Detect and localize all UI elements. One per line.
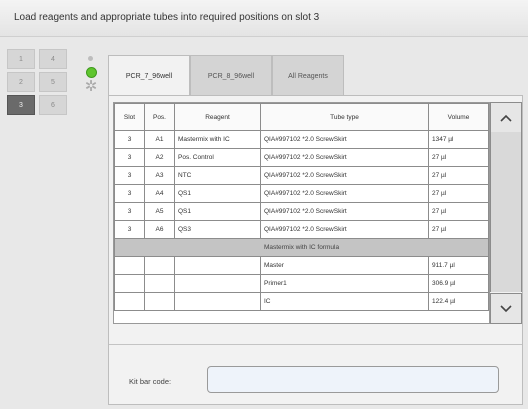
slot-selector: 1 4 2 5 3 6	[7, 49, 69, 119]
cell-pos: A5	[144, 202, 175, 221]
cell-tube-type: QIA#997102 *2.0 ScrewSkirt	[260, 184, 429, 203]
column-header-slot: Slot	[114, 103, 145, 131]
chevron-up-icon	[500, 114, 512, 122]
column-header-pos: Pos.	[144, 103, 175, 131]
column-header-volume: Volume	[428, 103, 489, 131]
tab-pcr-8-96well[interactable]: PCR_8_96well	[190, 55, 272, 96]
cell-pos: A4	[144, 184, 175, 203]
sub-row: IC 122.4 µl	[114, 292, 489, 311]
slot-button-4[interactable]: 4	[39, 49, 67, 69]
table-row[interactable]: 3 A5 QS1 QIA#997102 *2.0 ScrewSkirt 27 µ…	[114, 202, 489, 221]
cell-tube-type: QIA#997102 *2.0 ScrewSkirt	[260, 166, 429, 185]
tab-all-reagents[interactable]: All Reagents	[272, 55, 344, 96]
sub-component-name: Primer1	[260, 274, 429, 293]
column-header-tube-type: Tube type	[260, 103, 429, 131]
cell-volume: 27 µl	[428, 166, 489, 185]
reagent-table-container: Slot Pos. Reagent Tube type Volume 3 A1 …	[113, 102, 490, 324]
cell-tube-type: QIA#997102 *2.0 ScrewSkirt	[260, 130, 429, 149]
slot-button-5[interactable]: 5	[39, 72, 67, 92]
cell-volume: 27 µl	[428, 184, 489, 203]
group-header-row: Mastermix with IC formula	[114, 238, 489, 257]
reagent-table: Slot Pos. Reagent Tube type Volume 3 A1 …	[114, 103, 489, 311]
sub-row: Primer1 306.9 µl	[114, 274, 489, 293]
cell-tube-type: QIA#997102 *2.0 ScrewSkirt	[260, 202, 429, 221]
page-title: Load reagents and appropriate tubes into…	[14, 12, 320, 23]
slot-button-6[interactable]: 6	[39, 95, 67, 115]
table-row[interactable]: 3 A6 QS3 QIA#997102 *2.0 ScrewSkirt 27 µ…	[114, 220, 489, 239]
chevron-down-icon	[500, 304, 512, 312]
cell-volume: 27 µl	[428, 220, 489, 239]
table-row[interactable]: 3 A4 QS1 QIA#997102 *2.0 ScrewSkirt 27 µ…	[114, 184, 489, 203]
cell-pos: A6	[144, 220, 175, 239]
scroll-down-button[interactable]	[490, 293, 522, 324]
section-divider	[109, 344, 522, 345]
cell-slot: 3	[114, 202, 145, 221]
cell-volume: 1347 µl	[428, 130, 489, 149]
slot-button-1[interactable]: 1	[7, 49, 35, 69]
table-row[interactable]: 3 A1 Mastermix with IC QIA#997102 *2.0 S…	[114, 130, 489, 149]
sub-component-name: Master	[260, 256, 429, 275]
group-label: Mastermix with IC formula	[114, 238, 489, 257]
cell-slot: 3	[114, 184, 145, 203]
sub-component-name: IC	[260, 292, 429, 311]
cell-volume: 27 µl	[428, 202, 489, 221]
cell-reagent: Pos. Control	[174, 148, 261, 167]
cell-reagent: QS3	[174, 220, 261, 239]
scrollbar-track[interactable]	[490, 132, 522, 292]
cell-pos: A1	[144, 130, 175, 149]
cell-slot: 3	[114, 148, 145, 167]
cell-reagent: QS1	[174, 202, 261, 221]
sub-component-volume: 911.7 µl	[428, 256, 489, 275]
table-row[interactable]: 3 A2 Pos. Control QIA#997102 *2.0 ScrewS…	[114, 148, 489, 167]
cog-icon: ✲	[84, 78, 98, 95]
cell-slot: 3	[114, 166, 145, 185]
cell-reagent: QS1	[174, 184, 261, 203]
table-row[interactable]: 3 A3 NTC QIA#997102 *2.0 ScrewSkirt 27 µ…	[114, 166, 489, 185]
tab-pcr-7-96well[interactable]: PCR_7_96well	[108, 55, 190, 97]
cell-slot: 3	[114, 130, 145, 149]
cell-slot: 3	[114, 220, 145, 239]
kit-bar-code-label: Kit bar code:	[129, 377, 172, 386]
reagent-panel: Slot Pos. Reagent Tube type Volume 3 A1 …	[108, 95, 523, 405]
header-bar: Load reagents and appropriate tubes into…	[0, 0, 528, 37]
slot-button-3[interactable]: 3	[7, 95, 35, 115]
slot-button-2[interactable]: 2	[7, 72, 35, 92]
cell-volume: 27 µl	[428, 148, 489, 167]
kit-bar-code-input[interactable]	[207, 366, 499, 393]
table-header-row: Slot Pos. Reagent Tube type Volume	[114, 103, 489, 131]
cell-reagent: Mastermix with IC	[174, 130, 261, 149]
cell-reagent: NTC	[174, 166, 261, 185]
column-header-reagent: Reagent	[174, 103, 261, 131]
status-indicator-inactive	[88, 56, 93, 61]
sub-row: Master 911.7 µl	[114, 256, 489, 275]
sub-component-volume: 306.9 µl	[428, 274, 489, 293]
cell-pos: A3	[144, 166, 175, 185]
scroll-up-button[interactable]	[490, 102, 522, 133]
cell-pos: A2	[144, 148, 175, 167]
cell-tube-type: QIA#997102 *2.0 ScrewSkirt	[260, 220, 429, 239]
status-indicator-active	[86, 67, 97, 78]
cell-tube-type: QIA#997102 *2.0 ScrewSkirt	[260, 148, 429, 167]
sub-component-volume: 122.4 µl	[428, 292, 489, 311]
